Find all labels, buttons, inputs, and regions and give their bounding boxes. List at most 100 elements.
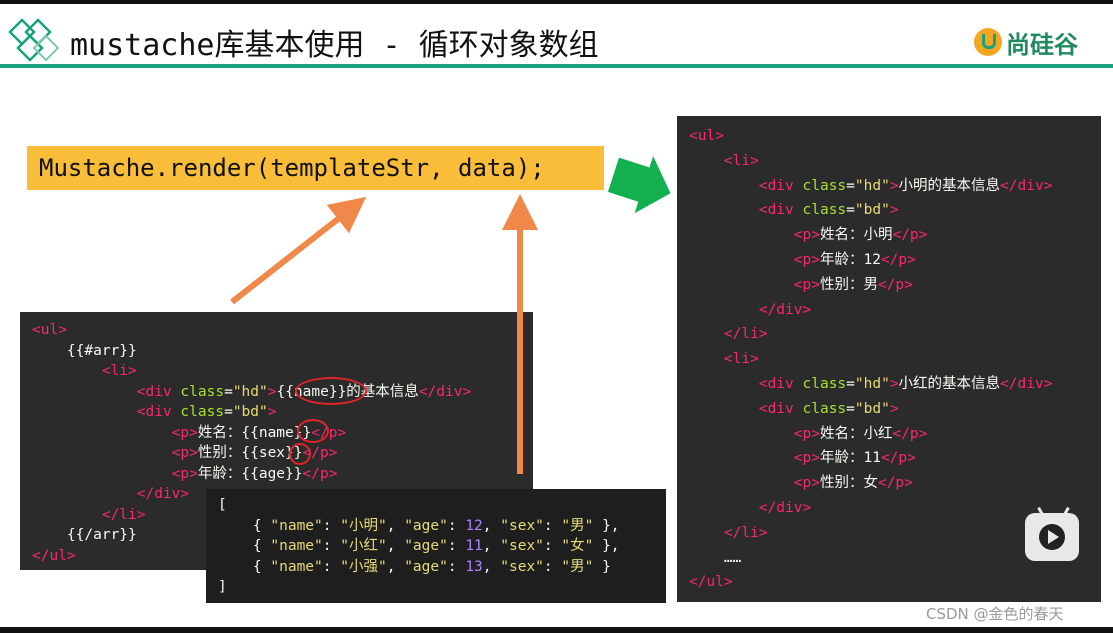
code-token: </p> — [880, 251, 916, 268]
code-token: <p> — [793, 276, 820, 293]
play-circle — [1039, 524, 1065, 550]
code-token: 性别：男 — [819, 276, 878, 293]
code-token: : — [543, 538, 562, 554]
code-token: <div — [758, 202, 803, 219]
code-token: <p> — [171, 465, 198, 482]
code-token: <div — [758, 400, 803, 417]
code-line: [ — [218, 495, 654, 516]
code-line: { "name": "小明", "age": 12, "sex": "男" }, — [218, 516, 654, 537]
code-token: <p> — [793, 450, 820, 467]
code-token: > — [889, 400, 899, 417]
page-title: mustache库基本使用 - 循环对象数组 — [70, 28, 599, 63]
code-token: </p> — [892, 425, 928, 442]
slide-header: mustache库基本使用 - 循环对象数组 尚硅谷 — [0, 4, 1113, 66]
code-token: : — [543, 517, 562, 534]
code-token: 姓名：小红 — [819, 425, 893, 442]
code-line: <li> — [689, 347, 1089, 372]
code-token: 小明的基本信息 — [898, 177, 1001, 194]
code-token: = — [224, 404, 233, 420]
code-token: { — [218, 558, 271, 575]
code-token: "sex" — [500, 538, 544, 554]
code-token: ] — [218, 579, 227, 595]
brand-logo: 尚硅谷 — [974, 24, 1078, 60]
code-token: <div — [136, 383, 181, 400]
code-line: <p>性别：男</p> — [689, 273, 1089, 298]
code-line: { "name": "小红", "age": 11, "sex": "女" }, — [218, 536, 654, 557]
code-line: <div class="hd">{{name}}的基本信息</div> — [32, 382, 521, 403]
code-token: {{#arr}} — [32, 342, 137, 359]
code-token: "男" — [561, 517, 594, 534]
code-token: "sex" — [500, 558, 544, 575]
code-line: <div class="bd"> — [689, 397, 1089, 422]
code-token: </div> — [758, 301, 812, 318]
code-line: <div class="hd">小明的基本信息</div> — [689, 174, 1089, 199]
code-token: </ul> — [689, 574, 733, 591]
code-token: { — [218, 538, 271, 554]
code-token: "name" — [270, 517, 323, 534]
diamond-logo-icon — [8, 18, 60, 62]
code-token: </li> — [101, 506, 146, 523]
code-line: <p>年龄：11</p> — [689, 446, 1089, 471]
code-token: class — [802, 400, 847, 417]
code-token: <ul> — [32, 322, 67, 338]
code-line: <ul> — [32, 320, 521, 341]
code-token: <p> — [793, 251, 820, 268]
code-token: class — [180, 383, 225, 400]
code-line: <p>姓名：{{name}}</p> — [32, 423, 521, 444]
code-token: 13 — [465, 558, 483, 575]
code-token: , — [482, 517, 501, 534]
code-token: <div — [758, 177, 803, 194]
code-token: = — [224, 383, 233, 400]
code-token: "hd" — [854, 375, 890, 392]
code-token: = — [846, 202, 855, 219]
code-token: <div — [136, 404, 181, 420]
play-triangle-icon — [1048, 530, 1059, 544]
code-token: : — [322, 558, 341, 575]
code-token: <p> — [171, 424, 198, 441]
code-token: </p> — [877, 276, 913, 293]
code-token: }, — [593, 517, 620, 534]
code-token: <p> — [793, 227, 820, 244]
code-token: </div> — [1000, 375, 1053, 392]
code-line: <li> — [32, 361, 521, 382]
code-token: 年龄：12 — [819, 251, 881, 268]
highlight-ring-name-p — [297, 419, 329, 443]
code-token: , — [386, 538, 405, 554]
header-divider — [0, 64, 1113, 68]
code-line: <p>性别：女</p> — [689, 471, 1089, 496]
highlight-ring-name-hd — [295, 377, 367, 405]
bottom-border — [0, 627, 1113, 633]
code-token: "小红" — [340, 538, 387, 554]
code-token: class — [802, 375, 847, 392]
code-line: ] — [218, 577, 654, 598]
code-token: {{/arr}} — [32, 527, 137, 543]
code-token: <p> — [793, 475, 820, 492]
code-line: </li> — [689, 322, 1089, 347]
code-line: <p>姓名：小明</p> — [689, 223, 1089, 248]
code-token: 年龄：{{age}} — [197, 465, 303, 482]
code-token: "bd" — [854, 202, 890, 219]
play-button-icon[interactable] — [1025, 513, 1079, 561]
code-line: {{#arr}} — [32, 341, 521, 362]
code-line: <div class="bd"> — [689, 198, 1089, 223]
code-line: <p>性别：{{sex}}</p> — [32, 443, 521, 464]
code-token: </div> — [136, 486, 190, 502]
code-line: <p>姓名：小红</p> — [689, 422, 1089, 447]
code-token: <div — [758, 375, 803, 392]
output-arrow — [607, 156, 671, 214]
code-token: <p> — [171, 445, 198, 461]
